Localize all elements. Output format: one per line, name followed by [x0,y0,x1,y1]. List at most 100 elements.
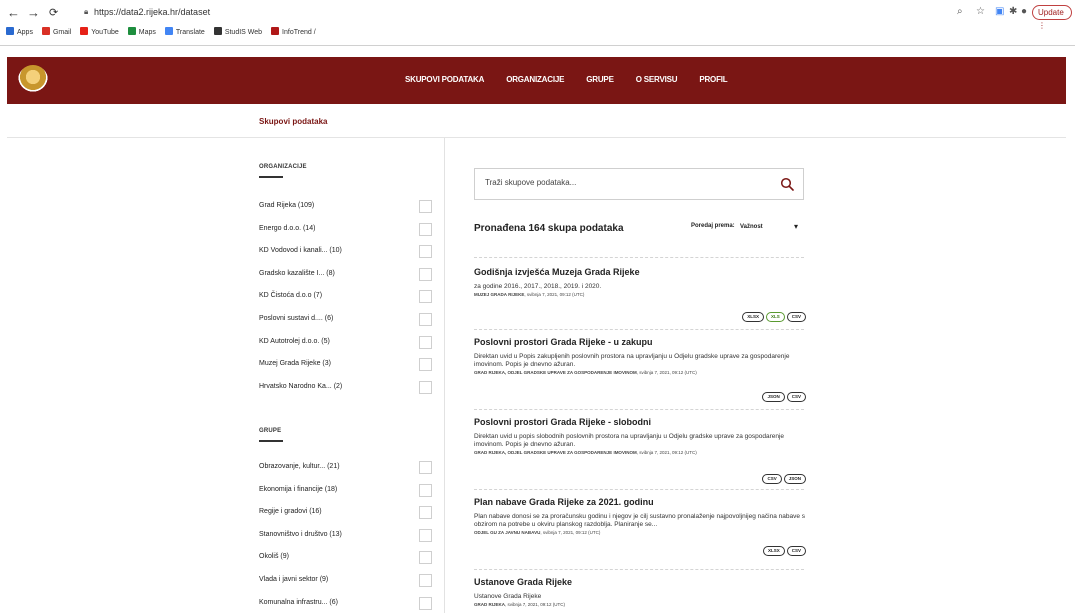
dataset-item: Ustanove Grada Rijeke Ustanove Grada Rije… [474,577,806,608]
format-badge-csv[interactable]: CSV [786,392,806,402]
url-field[interactable]: https://data2.rijeka.hr/dataset [94,7,210,17]
facet-item[interactable]: Gradsko kazalište I... (8) [259,267,432,282]
facet-checkbox[interactable] [419,574,432,587]
facet-checkbox[interactable] [419,200,432,213]
facet-checkbox[interactable] [419,596,432,610]
sort-label: Poredaj prema: [691,223,735,229]
reload-icon[interactable]: ⟳ [49,6,58,20]
profile-icon[interactable]: ● [1021,6,1027,17]
search-input[interactable] [485,178,765,187]
dataset-description: Direktan uvid u Popis zakupljenih poslov… [474,353,790,368]
dataset-title-link[interactable]: Ustanove Grada Rijeke [474,577,806,587]
format-badge-xlsx[interactable]: XLSX [762,546,785,556]
facet-checkbox[interactable] [419,313,432,326]
facet-item-label: Vlada i javni sektor (9) [259,576,329,583]
dataset-organization[interactable]: GRAD RIJEKA, ODJEL GRADSKE UPRAVE ZA GOS… [474,370,637,375]
format-badge-xlsx[interactable]: XLSX [742,312,764,322]
dataset-title-link[interactable]: Poslovni prostori Grada Rijeke - slobodn… [474,417,806,427]
dataset-organization[interactable]: GRAD RIJEKA, ODJEL GRADSKE UPRAVE ZA GOS… [474,450,637,455]
facet-checkbox[interactable] [419,506,432,520]
breadcrumb-datasets[interactable]: Skupovi podataka [259,117,327,126]
dataset-organization[interactable]: MUZEJ GRADA RIJEKE [474,292,524,297]
facet-item-label: Grad Rijeka (109) [259,202,315,209]
facet-item[interactable]: Okoliš (9) [259,551,432,565]
format-badge-csv[interactable]: CSV [786,546,806,556]
dataset-meta: GRAD RIJEKA, ODJEL GRADSKE UPRAVE ZA GOS… [474,369,806,376]
update-button[interactable]: Update ⋮ [1032,5,1072,30]
facet-checkbox[interactable] [419,267,432,281]
facet-checkbox[interactable] [419,245,432,259]
format-badge-csv[interactable]: CSV [762,474,782,484]
facet-item[interactable]: Regije i gradovi (16) [259,506,432,520]
bookmark-item[interactable]: YouTube [80,27,119,36]
facet-item[interactable]: Grad Rijeka (109) [259,200,432,214]
facet-item[interactable]: Ekonomija i financije (18) [259,483,432,498]
format-badge-xls[interactable]: XLS [765,312,785,322]
forward-arrow-icon[interactable]: → [27,6,40,20]
facet-item[interactable]: KD Vodovod i kanali... (10) [259,245,432,259]
facet-item[interactable]: Komunalna infrastru... (6) [259,596,432,611]
facet-item[interactable]: KD Čistoća d.o.o (7) [259,290,432,304]
city-coat-of-arms-logo[interactable] [18,65,48,95]
dataset-description: Plan nabave donosi se za proračunsku god… [474,513,805,528]
dataset-item: Plan nabave Grada Rijeke za 2021. godinu… [474,497,806,556]
nav-about[interactable]: O SERVISU [636,75,678,84]
facet-item-label: Muzej Grada Rijeke (3) [259,360,331,368]
dataset-organization[interactable]: ODJEL GU ZA JAVNU NABAVU [474,530,540,535]
facet-item[interactable]: Stanovništvo i društvo (13) [259,528,432,543]
dataset-meta: GRAD RIJEKA, svibnja 7, 2021, 09:12 (UTC… [474,601,806,608]
facet-item[interactable]: Poslovni sustavi d.... (6) [259,313,432,327]
facet-item[interactable]: Muzej Grada Rijeke (3) [259,358,432,372]
format-badges: XLSX XLS CSV [740,305,806,323]
bookmark-item[interactable]: Maps [127,27,156,36]
dataset-title-link[interactable]: Plan nabave Grada Rijeke za 2021. godinu [474,497,806,507]
nav-groups[interactable]: GRUPE [586,75,614,84]
facet-item-label: Energo d.o.o. (14) [259,224,316,232]
bookmark-item[interactable]: Apps [6,27,33,36]
dataset-meta: MUZEJ GRADA RIJEKE, svibnja 7, 2021, 09:… [474,291,806,298]
sort-select[interactable]: Važnost [736,220,802,234]
dataset-title-link[interactable]: Godišnja izvješća Muzeja Grada Rijeke [474,267,806,277]
facet-checkbox[interactable] [419,380,432,394]
facet-checkbox[interactable] [419,551,432,565]
bookmark-label: Gmail [52,29,72,36]
main-nav: SKUPOVI PODATAKA ORGANIZACIJE GRUPE O SERVI… [405,75,749,84]
facet-checkbox[interactable] [419,461,432,474]
search-icon[interactable] [780,177,794,191]
bookmark-label: Translate [175,29,205,36]
zoom-icon[interactable]: ⌕ [957,6,963,17]
extensions-puzzle-icon[interactable]: ✱ [1009,6,1017,17]
dataset-organization[interactable]: GRAD RIJEKA [474,602,505,607]
format-badge-csv[interactable]: CSV [786,312,806,322]
facet-checkbox[interactable] [419,358,432,372]
nav-organizations[interactable]: ORGANIZACIJE [506,75,564,84]
facet-item-label: KD Vodovod i kanali... (10) [259,247,342,255]
facet-checkbox[interactable] [419,528,432,542]
dataset-title-link[interactable]: Poslovni prostori Grada Rijeke - u zakup… [474,337,806,347]
bookmark-item[interactable]: StudIS Web [213,27,262,36]
facet-item[interactable]: Obrazovanje, kultur... (21) [259,461,432,475]
facet-item[interactable]: Energo d.o.o. (14) [259,222,432,237]
facet-item[interactable]: Vlada i javni sektor (9) [259,574,432,588]
format-badge-json[interactable]: JSON [783,474,806,484]
facet-checkbox[interactable] [419,222,432,236]
facet-checkbox[interactable] [419,483,432,497]
translate-ext-icon[interactable]: ▣ [995,6,1004,17]
back-arrow-icon[interactable]: ← [7,6,20,20]
facet-item[interactable]: KD Autotrolej d.o.o. (5) [259,335,432,350]
results-separator [474,569,804,570]
star-icon[interactable]: ☆ [976,6,985,17]
bookmark-item[interactable]: InfoTrend / [271,27,316,36]
bookmark-item[interactable]: Translate [164,27,205,36]
facet-item[interactable]: Hrvatsko Narodno Ka... (2) [259,380,432,395]
bookmark-item[interactable]: Gmail [41,27,72,36]
nav-datasets[interactable]: SKUPOVI PODATAKA [405,75,484,84]
results-count: Pronađena 164 skupa podataka [474,223,624,234]
facet-checkbox[interactable] [419,335,432,349]
facet-checkbox[interactable] [419,290,432,304]
results-separator [474,257,804,258]
lock-icon[interactable]: 🔒︎ [84,7,88,17]
facet-item-label: Gradsko kazalište I... (8) [259,269,335,277]
format-badge-json[interactable]: JSON [762,392,785,402]
nav-profile[interactable]: PROFIL [699,75,727,84]
